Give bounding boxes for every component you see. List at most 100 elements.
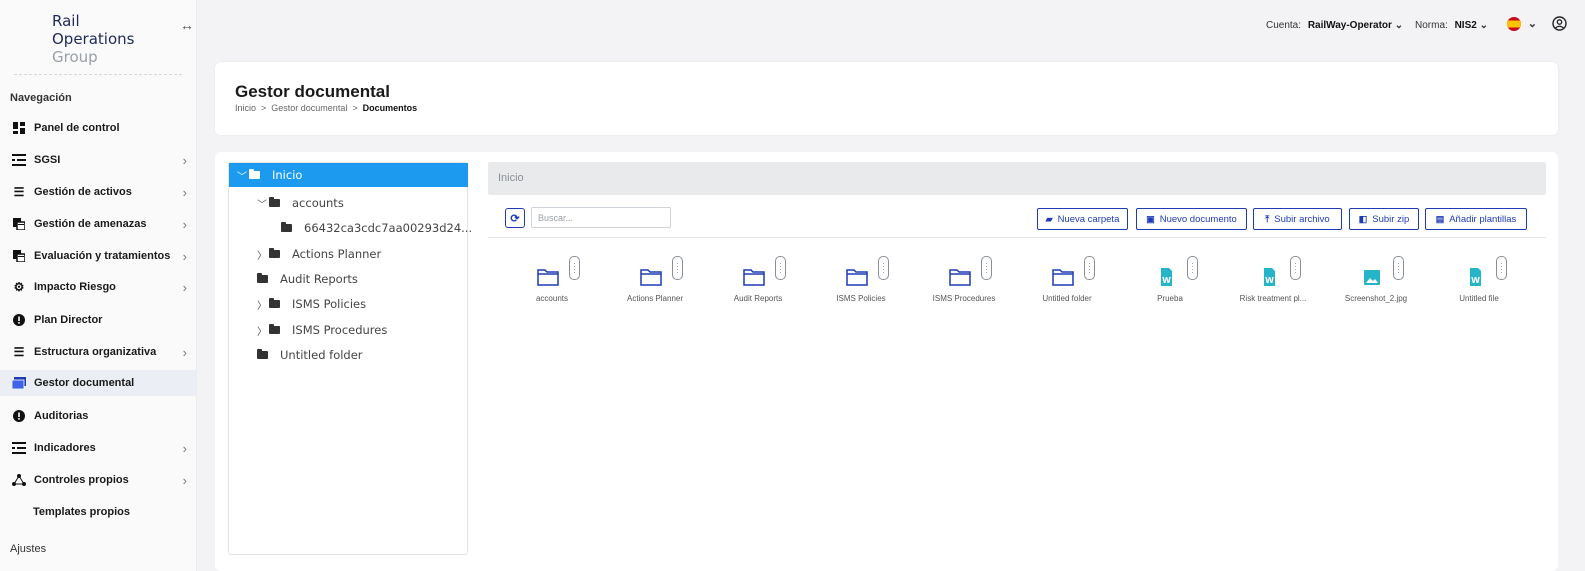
list-icon [12, 153, 26, 167]
grid-item-isms-procedures[interactable]: ISMS Procedures [914, 256, 1014, 326]
grid-item-accounts[interactable]: accounts [502, 256, 602, 326]
file-toolbar: ⟳ ▰ Nueva carpeta ▣ Nuevo documento ⤒ Subir… [488, 202, 1546, 238]
sidebar-item-indicadores[interactable]: Indicadores › [0, 435, 197, 461]
tree-node-untitled-folder[interactable]: Untitled folder [257, 343, 363, 367]
grid-item-label: ISMS Procedures [932, 294, 996, 303]
button-label: Nueva carpeta [1057, 213, 1120, 225]
sidebar-item-label: SGSI [34, 154, 61, 166]
sidebar-item-plan-director[interactable]: Plan Director [0, 307, 197, 333]
more-options-icon[interactable] [672, 256, 683, 280]
collapse-sidebar-icon[interactable]: ↔ [180, 17, 194, 33]
new-folder-button[interactable]: ▰ Nueva carpeta [1037, 208, 1128, 230]
more-options-icon[interactable] [569, 256, 580, 280]
folder-icon [1052, 269, 1074, 286]
more-options-icon[interactable] [1290, 256, 1301, 280]
more-options-icon[interactable] [981, 256, 992, 280]
sidebar-item-estructura-organizativa[interactable]: ☰ Estructura organizativa › [0, 339, 197, 365]
sidebar-item-label: Gestor documental [34, 377, 135, 389]
grid-item-actions-planner[interactable]: Actions Planner [605, 256, 705, 326]
account-selector[interactable]: Cuenta: RailWay-Operator ⌄ [1266, 20, 1403, 31]
sidebar-item-templates-propios[interactable]: Templates propios [0, 499, 197, 525]
language-selector[interactable]: ⌄ [1507, 17, 1537, 32]
tree-node-isms-procedures[interactable]: 〉 ISMS Procedures [257, 318, 387, 342]
sidebar-item-gestion-de-amenazas[interactable]: Gestión de amenazas › [0, 211, 197, 237]
refresh-button[interactable]: ⟳ [505, 208, 525, 228]
sidebar-item-label: Gestión de amenazas [34, 218, 147, 230]
more-options-icon[interactable] [1084, 256, 1095, 280]
word-document-icon: W [1264, 268, 1275, 286]
list-icon [12, 441, 26, 455]
more-options-icon[interactable] [775, 256, 786, 280]
upload-zip-button[interactable]: ◧ Subir zip [1349, 208, 1419, 230]
grid-item-label: Risk treatment pl... [1239, 294, 1307, 303]
sidebar-item-panel-de-control[interactable]: Panel de control [0, 115, 197, 141]
breadcrumb-gestor-documental[interactable]: Gestor documental [271, 103, 347, 113]
chevron-right-icon[interactable]: 〉 [257, 297, 267, 312]
grid-item-label: Untitled file [1459, 294, 1499, 303]
search-input[interactable] [531, 207, 671, 228]
account-value: RailWay-Operator [1307, 20, 1392, 31]
sidebar-item-label: Controles propios [34, 474, 129, 486]
sidebar-item-auditorias[interactable]: Auditorias [0, 403, 197, 429]
chevron-right-icon: › [182, 184, 187, 200]
sidebar-item-gestion-de-activos[interactable]: ☰ Gestión de activos › [0, 179, 197, 205]
chevron-right-icon[interactable]: 〉 [257, 323, 267, 338]
folder-plus-icon: ▰ [1045, 213, 1053, 224]
nav-heading: Navegación [10, 92, 72, 104]
folder-icon [269, 197, 280, 207]
sidebar-item-gestor-documental[interactable]: Gestor documental [0, 370, 197, 396]
more-options-icon[interactable] [1496, 256, 1507, 280]
chevron-down-icon[interactable]: ﹀ [257, 196, 267, 211]
grid-item-untitled-folder[interactable]: Untitled folder [1017, 256, 1117, 326]
gear-icon: ⚙ [13, 280, 25, 294]
sidebar-item-label: Templates propios [33, 506, 130, 518]
add-templates-button[interactable]: ▤ Añadir plantillas [1425, 208, 1527, 230]
chevron-right-icon: › [182, 344, 187, 360]
image-file-icon [1364, 270, 1380, 285]
grid-item-risk-treatment[interactable]: W Risk treatment pl... [1223, 256, 1323, 326]
chevron-right-icon: › [182, 472, 187, 488]
tree-node-audit-reports[interactable]: Audit Reports [257, 267, 358, 291]
breadcrumb-documentos: Documentos [362, 103, 418, 113]
logo-divider [14, 74, 182, 75]
sidebar-item-sgsi[interactable]: SGSI › [0, 147, 197, 173]
sidebar-item-label: Auditorias [34, 410, 89, 422]
tree-node-inicio[interactable]: ﹀ Inicio [229, 163, 468, 187]
tree-node-accounts[interactable]: ﹀ accounts [257, 191, 344, 215]
grid-item-untitled-file[interactable]: W Untitled file [1429, 256, 1529, 326]
chevron-down-icon[interactable]: ﹀ [237, 168, 247, 183]
settings-heading[interactable]: Ajustes [10, 543, 46, 555]
sidebar-item-impacto-riesgo[interactable]: ⚙ Impacto Riesgo › [0, 274, 197, 300]
tree-node-66432ca3[interactable]: 66432ca3cdc7aa00293d24... [281, 216, 472, 240]
sidebar-item-evaluacion-y-tratamientos[interactable]: Evaluación y tratamientos › [0, 243, 197, 269]
user-avatar[interactable] [1552, 16, 1567, 34]
grid-item-label: accounts [535, 294, 569, 303]
grid-item-screenshot[interactable]: Screenshot_2.jpg [1326, 256, 1426, 326]
folder-tree: ﹀ Inicio ﹀ accounts 66432ca3cdc7aa00293d24… [228, 162, 472, 555]
brand-logo[interactable]: Rail Operations Group [52, 12, 162, 66]
grid-item-audit-reports[interactable]: Audit Reports [708, 256, 808, 326]
grid-item-label: Untitled folder [1042, 294, 1092, 303]
bullet-list-icon: ☰ [13, 185, 25, 199]
breadcrumb-inicio[interactable]: Inicio [235, 103, 256, 113]
tree-node-isms-policies[interactable]: 〉 ISMS Policies [257, 292, 366, 316]
svg-text:W: W [1471, 276, 1480, 285]
chevron-down-icon: ⌄ [1394, 20, 1404, 31]
upload-icon: ⤒ [1265, 213, 1270, 224]
new-document-button[interactable]: ▣ Nuevo documento [1136, 208, 1247, 230]
chevron-right-icon[interactable]: 〉 [257, 247, 267, 262]
zip-icon: ◧ [1358, 213, 1368, 224]
tree-node-label: accounts [292, 196, 344, 210]
chevron-right-icon: › [182, 216, 187, 232]
norm-selector[interactable]: Norma: NIS2 ⌄ [1415, 20, 1488, 31]
spain-flag-icon [1507, 17, 1521, 32]
more-options-icon[interactable] [1393, 256, 1404, 280]
tree-node-actions-planner[interactable]: 〉 Actions Planner [257, 242, 381, 266]
button-label: Subir archivo [1274, 213, 1330, 225]
more-options-icon[interactable] [1187, 256, 1198, 280]
upload-file-button[interactable]: ⤒ Subir archivo [1253, 208, 1342, 230]
more-options-icon[interactable] [878, 256, 889, 280]
sidebar-item-controles-propios[interactable]: Controles propios › [0, 467, 197, 493]
grid-item-prueba[interactable]: W Prueba [1120, 256, 1220, 326]
grid-item-isms-policies[interactable]: ISMS Policies [811, 256, 911, 326]
